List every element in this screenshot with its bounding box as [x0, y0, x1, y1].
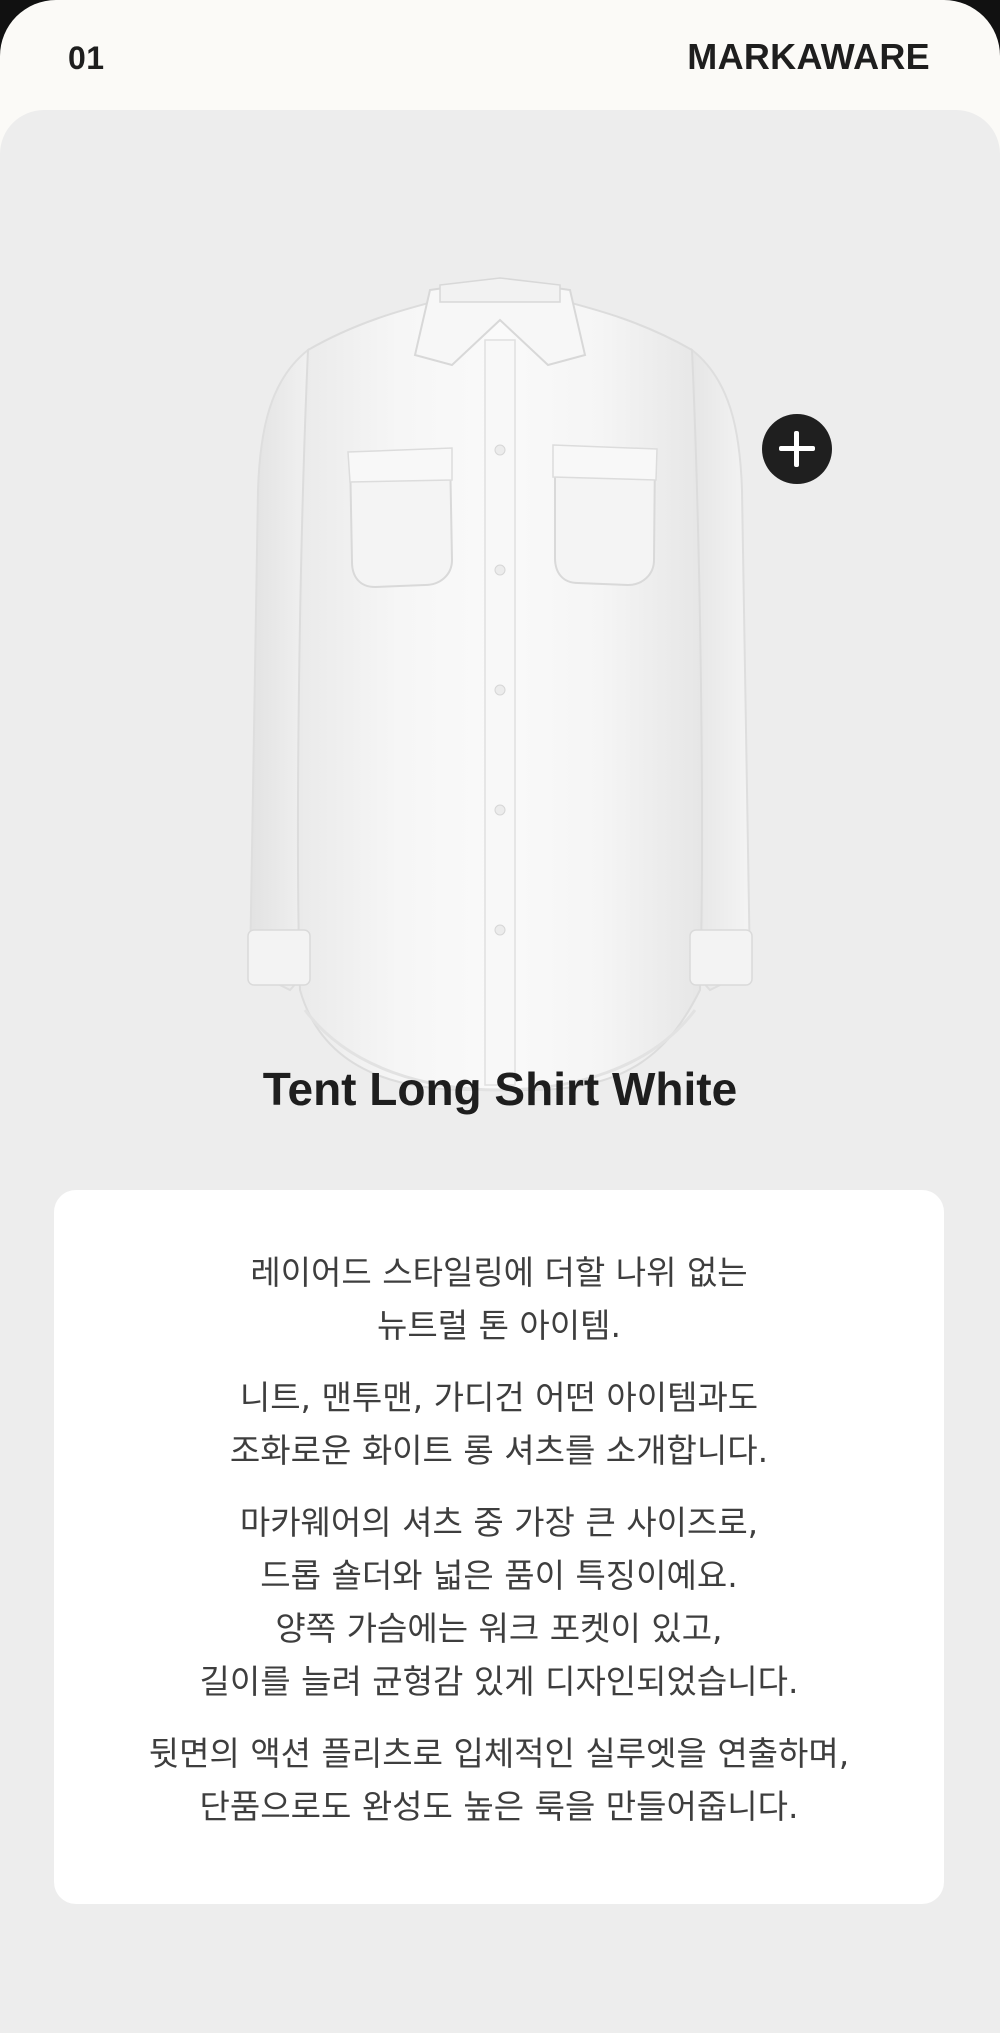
- top-bar: 01 MARKAWARE: [0, 0, 1000, 110]
- description-line: 마카웨어의 셔츠 중 가장 큰 사이즈로,: [239, 1503, 759, 1542]
- description-line: 단품으로도 완성도 높은 룩을 만들어줍니다.: [199, 1787, 799, 1826]
- description-line: 니트, 맨투맨, 가디건 어떤 아이템과도: [239, 1378, 759, 1417]
- description-line: 레이어드 스타일링에 더할 나위 없는: [250, 1253, 748, 1292]
- description-text: 레이어드 스타일링에 더할 나위 없는 뉴트럴 톤 아이템. 니트, 맨투맨, …: [54, 1246, 944, 1852]
- description-line: 양쪽 가슴에는 워크 포켓이 있고,: [275, 1609, 723, 1648]
- description-paragraph: 니트, 맨투맨, 가디건 어떤 아이템과도 조화로운 화이트 롱 셔츠를 소개합…: [54, 1371, 944, 1477]
- description-line: 드롭 숄더와 넓은 품이 특징이예요.: [260, 1556, 738, 1595]
- description-line: 길이를 늘려 균형감 있게 디자인되었습니다.: [199, 1662, 799, 1701]
- description-paragraph: 레이어드 스타일링에 더할 나위 없는 뉴트럴 톤 아이템.: [54, 1246, 944, 1352]
- description-paragraph: 뒷면의 액션 플리츠로 입체적인 실루엣을 연출하며, 단품으로도 완성도 높은…: [54, 1727, 944, 1833]
- description-line: 뒷면의 액션 플리츠로 입체적인 실루엣을 연출하며,: [148, 1734, 850, 1773]
- app-frame: 01 MARKAWARE Tent Long Shirt White 레이어드 …: [0, 0, 1000, 2033]
- description-line: 조화로운 화이트 롱 셔츠를 소개합니다.: [229, 1431, 769, 1470]
- page-number: 01: [68, 40, 105, 76]
- shirt-image[interactable]: [230, 230, 770, 1130]
- brand-name[interactable]: MARKAWARE: [687, 36, 930, 78]
- description-line: 뉴트럴 톤 아이템.: [377, 1306, 621, 1345]
- description-paragraph: 마카웨어의 셔츠 중 가장 큰 사이즈로, 드롭 숄더와 넓은 품이 특징이예요…: [54, 1496, 944, 1708]
- description-card: 레이어드 스타일링에 더할 나위 없는 뉴트럴 톤 아이템. 니트, 맨투맨, …: [54, 1190, 944, 1904]
- add-to-cart-button[interactable]: [762, 414, 832, 484]
- page-sheet: 01 MARKAWARE Tent Long Shirt White 레이어드 …: [0, 0, 1000, 2033]
- product-title: Tent Long Shirt White: [262, 1063, 738, 1115]
